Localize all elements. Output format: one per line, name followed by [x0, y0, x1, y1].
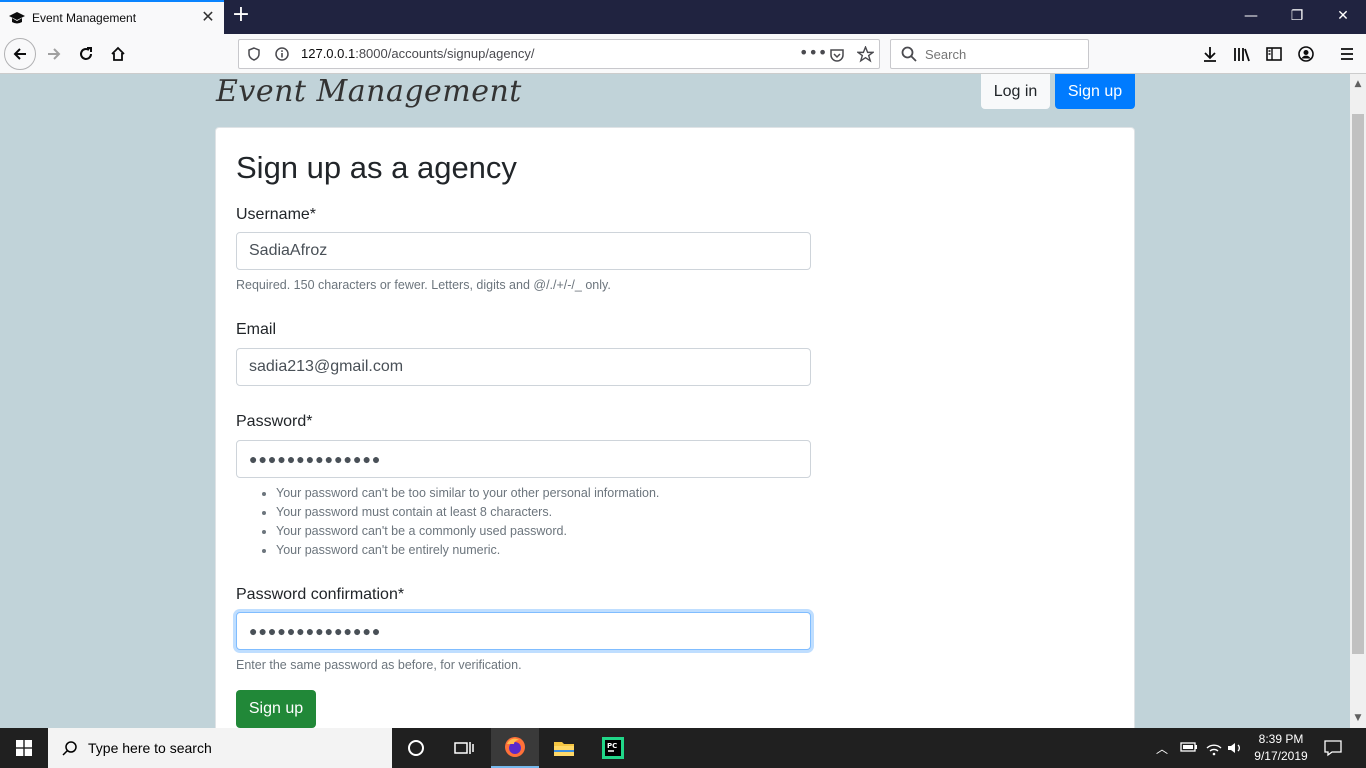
page-title: Sign up as a agency [236, 150, 517, 185]
bookmark-star-icon[interactable] [857, 46, 874, 63]
firefox-taskbar-icon[interactable] [491, 728, 539, 768]
show-hidden-icons-icon[interactable]: ︿ [1156, 740, 1168, 757]
forward-button[interactable] [38, 38, 70, 70]
password-confirmation-help: Enter the same password as before, for v… [236, 658, 522, 672]
graduation-cap-icon [9, 12, 25, 24]
password-help-item: Your password can't be a commonly used p… [276, 522, 659, 541]
back-button[interactable] [4, 38, 36, 70]
username-field[interactable]: SadiaAfroz [236, 232, 811, 270]
close-tab-icon[interactable]: ✕ [200, 9, 216, 25]
new-tab-button[interactable]: + [230, 4, 252, 27]
windows-logo-icon [16, 740, 32, 756]
login-button[interactable]: Log in [981, 74, 1050, 109]
volume-icon[interactable] [1227, 740, 1243, 759]
shield-icon[interactable] [247, 47, 261, 61]
close-window-button[interactable]: ✕ [1320, 0, 1366, 34]
taskbar-clock[interactable]: 8:39 PM 9/17/2019 [1248, 731, 1314, 765]
browser-titlebar: Event Management ✕ + — ❐ ✕ [0, 0, 1366, 34]
page-actions-icon[interactable]: ••• [799, 43, 827, 62]
password-help-item: Your password must contain at least 8 ch… [276, 503, 659, 522]
password-help-item: Your password can't be entirely numeric. [276, 541, 659, 560]
browser-tab[interactable]: Event Management ✕ [0, 0, 224, 34]
account-icon[interactable] [1294, 42, 1318, 66]
reload-icon [80, 47, 92, 60]
search-icon [62, 741, 77, 756]
url-path: :8000/accounts/signup/agency/ [355, 46, 535, 61]
email-label: Email [236, 321, 277, 338]
cortana-icon[interactable] [392, 728, 440, 768]
username-label: Username* [236, 206, 317, 223]
restore-button[interactable]: ❐ [1274, 0, 1320, 34]
wifi-icon[interactable] [1205, 740, 1223, 759]
battery-icon[interactable] [1180, 741, 1198, 756]
taskbar-search-text: Type here to search [88, 740, 212, 756]
clock-time: 8:39 PM [1258, 732, 1304, 746]
pycharm-icon[interactable]: PC [589, 728, 637, 768]
page-scrollbar[interactable]: ▲ ▼ [1350, 74, 1366, 728]
password-field[interactable]: ●●●●●●●●●●●●●● [236, 440, 811, 478]
signup-nav-button[interactable]: Sign up [1055, 74, 1135, 109]
info-icon[interactable] [275, 47, 289, 61]
signup-submit-button[interactable]: Sign up [236, 690, 316, 728]
task-view-icon[interactable] [440, 728, 488, 768]
pocket-icon[interactable] [829, 47, 845, 63]
start-button[interactable] [0, 728, 48, 768]
site-brand[interactable]: Event Management [216, 74, 522, 109]
browser-navbar: 127.0.0.1:8000/accounts/signup/agency/ •… [0, 34, 1366, 74]
svg-text:PC: PC [607, 742, 617, 750]
password-confirmation-field[interactable]: ●●●●●●●●●●●●●● [236, 612, 811, 650]
library-icon[interactable] [1230, 42, 1254, 66]
reload-button[interactable] [70, 38, 102, 70]
password-label: Password* [236, 413, 313, 430]
sidebar-icon[interactable] [1262, 42, 1286, 66]
page-viewport: Event Management Log in Sign up Sign up … [0, 74, 1350, 728]
forward-arrow-icon [48, 48, 61, 60]
url-host: 127.0.0.1 [301, 46, 356, 61]
browser-search-bar[interactable] [890, 39, 1089, 69]
url-text[interactable]: 127.0.0.1:8000/accounts/signup/agency/ [301, 46, 534, 61]
scroll-down-icon[interactable]: ▼ [1350, 710, 1366, 726]
browser-search-input[interactable] [925, 45, 1075, 63]
menu-icon[interactable] [1335, 42, 1359, 66]
clock-date: 9/17/2019 [1254, 749, 1308, 763]
search-icon [901, 46, 917, 62]
signup-card: Sign up as a agency Username* SadiaAfroz… [215, 127, 1135, 728]
downloads-icon[interactable] [1198, 42, 1222, 66]
minimize-button[interactable]: — [1228, 0, 1274, 34]
email-field[interactable]: sadia213@gmail.com [236, 348, 811, 386]
home-icon [111, 46, 125, 61]
home-button[interactable] [102, 38, 134, 70]
back-arrow-icon [13, 48, 26, 60]
tab-title: Event Management [32, 11, 137, 25]
file-explorer-icon[interactable] [540, 728, 588, 768]
password-help-list: Your password can't be too similar to yo… [276, 484, 659, 560]
scroll-up-icon[interactable]: ▲ [1350, 76, 1366, 92]
taskbar-search[interactable]: Type here to search [48, 728, 392, 768]
username-help: Required. 150 characters or fewer. Lette… [236, 278, 611, 292]
notifications-icon[interactable] [1324, 739, 1342, 760]
password-help-item: Your password can't be too similar to yo… [276, 484, 659, 503]
windows-taskbar: Type here to search PC ︿ 8:39 PM 9/17/20… [0, 728, 1366, 768]
url-bar[interactable]: 127.0.0.1:8000/accounts/signup/agency/ •… [238, 39, 880, 69]
scroll-thumb[interactable] [1352, 114, 1364, 654]
password-confirmation-label: Password confirmation* [236, 586, 405, 603]
